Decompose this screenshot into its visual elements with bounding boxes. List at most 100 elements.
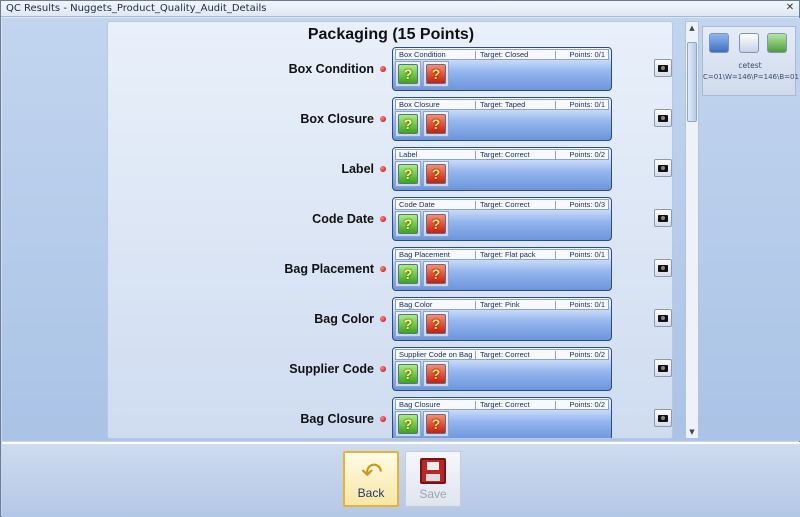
camera-icon[interactable] xyxy=(654,309,672,327)
fail-button-frame: ? xyxy=(423,361,449,387)
fail-button[interactable]: ? xyxy=(426,364,446,384)
camera-icon[interactable] xyxy=(654,59,672,77)
header-divider xyxy=(555,151,556,159)
fail-button-frame: ? xyxy=(423,111,449,137)
audit-item-box: Box Condition Target: Closed Points: 0/1… xyxy=(392,47,612,91)
pass-button-frame: ? xyxy=(395,261,421,287)
fail-button[interactable]: ? xyxy=(426,414,446,434)
scroll-thumb[interactable] xyxy=(687,42,697,122)
header-divider xyxy=(475,251,476,259)
side-panel: cetest C=01\W=146\P=146\B=01 xyxy=(702,26,799,96)
camera-icon[interactable] xyxy=(654,209,672,227)
lock-icon[interactable] xyxy=(767,33,787,53)
pass-button[interactable]: ? xyxy=(398,364,418,384)
pass-button[interactable]: ? xyxy=(398,114,418,134)
fail-button[interactable]: ? xyxy=(426,114,446,134)
scroll-down-icon[interactable]: ▼ xyxy=(687,427,697,437)
item-target: Target: Taped xyxy=(480,100,526,109)
camera-icon[interactable] xyxy=(654,159,672,177)
audit-row: Bag Color Bag Color Target: Pink Points:… xyxy=(108,297,672,343)
pass-button-frame: ? xyxy=(395,211,421,237)
item-name: Bag Closure xyxy=(399,400,441,409)
pass-button[interactable]: ? xyxy=(398,64,418,84)
fail-button[interactable]: ? xyxy=(426,64,446,84)
fail-button[interactable]: ? xyxy=(426,264,446,284)
pass-button-frame: ? xyxy=(395,111,421,137)
save-button[interactable]: Save xyxy=(405,451,461,507)
pass-button[interactable]: ? xyxy=(398,414,418,434)
audit-row: Bag Closure Bag Closure Target: Correct … xyxy=(108,397,672,438)
back-arrow-icon: ↶ xyxy=(361,457,383,487)
row-label: Bag Placement xyxy=(284,262,374,276)
audit-panel: Packaging (15 Points) Box Condition Box … xyxy=(107,21,673,439)
item-points: Points: 0/2 xyxy=(569,350,605,359)
session-info: C=01\W=146\P=146\B=01 xyxy=(703,73,799,81)
audit-row: Supplier Code Supplier Code on Bag Targe… xyxy=(108,347,672,393)
row-label: Label xyxy=(341,162,374,176)
fail-button[interactable]: ? xyxy=(426,314,446,334)
fail-button[interactable]: ? xyxy=(426,214,446,234)
app-window: QC Results - Nuggets_Product_Quality_Aud… xyxy=(0,0,800,517)
item-header: Code Date Target: Correct Points: 0/3 xyxy=(395,199,609,210)
required-dot-icon xyxy=(380,116,386,122)
close-icon[interactable]: ✕ xyxy=(785,3,795,13)
camera-icon[interactable] xyxy=(654,359,672,377)
item-header: Box Closure Target: Taped Points: 0/1 xyxy=(395,99,609,110)
header-divider xyxy=(555,351,556,359)
item-target: Target: Pink xyxy=(480,300,520,309)
save-label: Save xyxy=(419,487,447,501)
item-name: Bag Color xyxy=(399,300,433,309)
header-divider xyxy=(475,101,476,109)
item-target: Target: Correct xyxy=(480,350,530,359)
required-dot-icon xyxy=(380,366,386,372)
required-dot-icon xyxy=(380,316,386,322)
row-label: Code Date xyxy=(312,212,374,226)
item-target: Target: Correct xyxy=(480,150,530,159)
camera-icon[interactable] xyxy=(654,259,672,277)
pass-button[interactable]: ? xyxy=(398,314,418,334)
footer-bar: ↶ Back Save xyxy=(2,442,800,517)
back-button[interactable]: ↶ Back xyxy=(343,451,399,507)
pass-button[interactable]: ? xyxy=(398,164,418,184)
send-icon[interactable] xyxy=(709,33,729,53)
scroll-up-icon[interactable]: ▲ xyxy=(687,23,697,33)
pass-button[interactable]: ? xyxy=(398,214,418,234)
back-label: Back xyxy=(357,486,385,500)
fail-button-frame: ? xyxy=(423,161,449,187)
header-divider xyxy=(475,201,476,209)
item-target: Target: Flat pack xyxy=(480,250,536,259)
required-dot-icon xyxy=(380,66,386,72)
header-divider xyxy=(475,401,476,409)
header-divider xyxy=(555,51,556,59)
camera-icon[interactable] xyxy=(654,409,672,427)
item-header: Box Condition Target: Closed Points: 0/1 xyxy=(395,49,609,60)
item-name: Supplier Code on Bag xyxy=(399,350,473,359)
header-divider xyxy=(555,301,556,309)
header-divider xyxy=(555,101,556,109)
audit-item-box: Label Target: Correct Points: 0/2 ? ? xyxy=(392,147,612,191)
fail-button-frame: ? xyxy=(423,261,449,287)
pass-button[interactable]: ? xyxy=(398,264,418,284)
main-area: Packaging (15 Points) Box Condition Box … xyxy=(2,18,800,441)
fail-button-frame: ? xyxy=(423,211,449,237)
item-target: Target: Correct xyxy=(480,200,530,209)
item-name: Code Date xyxy=(399,200,435,209)
row-label: Box Closure xyxy=(300,112,374,126)
required-dot-icon xyxy=(380,416,386,422)
item-name: Box Closure xyxy=(399,100,440,109)
window-title: QC Results - Nuggets_Product_Quality_Aud… xyxy=(6,3,267,14)
audit-row: Code Date Code Date Target: Correct Poin… xyxy=(108,197,672,243)
camera-icon[interactable] xyxy=(654,109,672,127)
item-points: Points: 0/1 xyxy=(569,250,605,259)
audit-row: Bag Placement Bag Placement Target: Flat… xyxy=(108,247,672,293)
print-icon[interactable] xyxy=(739,33,759,53)
vertical-scrollbar[interactable]: ▲ ▼ xyxy=(685,21,699,439)
item-points: Points: 0/1 xyxy=(569,50,605,59)
section-title: Packaging (15 Points) xyxy=(307,26,475,43)
fail-button-frame: ? xyxy=(423,311,449,337)
row-label: Bag Color xyxy=(314,312,374,326)
required-dot-icon xyxy=(380,266,386,272)
fail-button[interactable]: ? xyxy=(426,164,446,184)
item-header: Bag Closure Target: Correct Points: 0/2 xyxy=(395,399,609,410)
header-divider xyxy=(475,151,476,159)
